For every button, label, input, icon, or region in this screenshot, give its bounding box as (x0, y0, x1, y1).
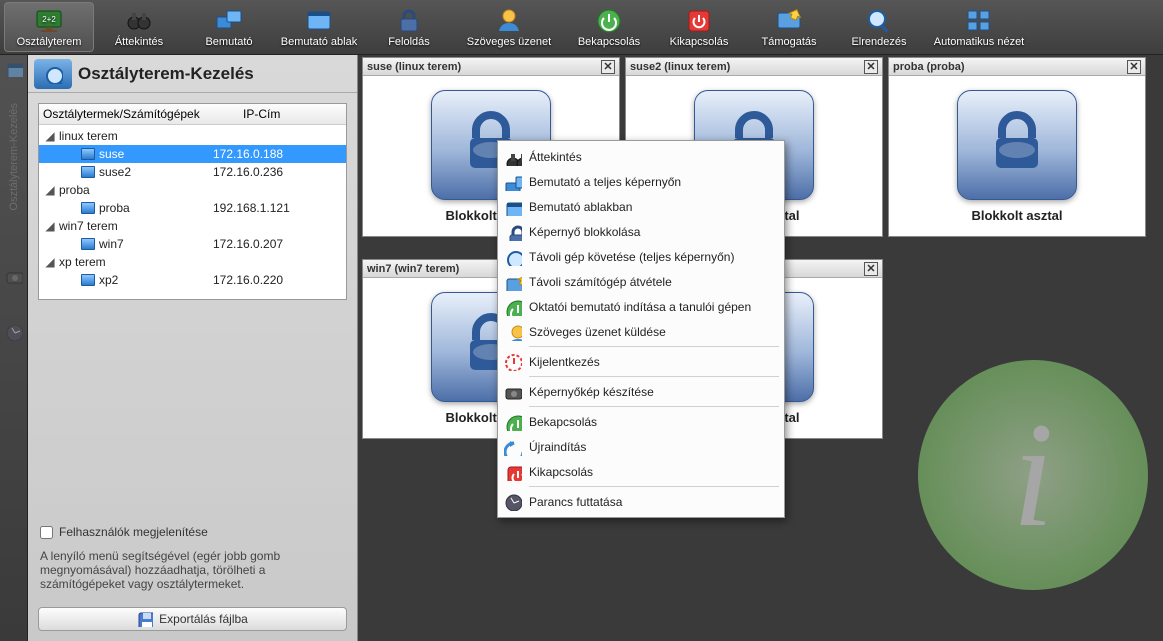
side-rail: Osztályterem-Kezelés (0, 55, 28, 641)
tree-pc[interactable]: suse172.16.0.188 (39, 145, 346, 163)
context-menu: ÁttekintésBemutató a teljes képernyőnBem… (497, 140, 785, 518)
lock-icon (503, 222, 523, 242)
ctx-logout[interactable]: Kijelentkezés (501, 349, 781, 374)
tree-pc[interactable]: proba192.168.1.121 (39, 199, 346, 217)
tb-power-off[interactable]: Kikapcsolás (654, 2, 744, 52)
chat-icon (503, 322, 523, 342)
tree-room[interactable]: ◢linux terem (39, 127, 346, 145)
tree-pc[interactable]: suse2172.16.0.236 (39, 163, 346, 181)
tb-demo[interactable]: Bemutató (184, 2, 274, 52)
rail-icon-1[interactable] (5, 59, 23, 77)
thumb-title: suse (linux terem) (367, 61, 461, 73)
tree-room[interactable]: ◢win7 terem (39, 217, 346, 235)
thumb-caption: Blokkolt asztal (971, 208, 1062, 223)
close-icon[interactable]: ✕ (1127, 60, 1141, 74)
close-icon[interactable]: ✕ (601, 60, 615, 74)
twisty-icon[interactable]: ◢ (45, 255, 55, 269)
tb-unlock[interactable]: Feloldás (364, 2, 454, 52)
tb-classroom[interactable]: Osztályterem (4, 2, 94, 52)
logout-icon (503, 352, 523, 372)
main-toolbar: Osztályterem Áttekintés Bemutató Bemutat… (0, 0, 1163, 55)
tb-text-message[interactable]: Szöveges üzenet (454, 2, 564, 52)
fullscreen-icon (503, 172, 523, 192)
monitor-icon (81, 202, 95, 214)
panel-title: Osztályterem-Kezelés (78, 64, 254, 84)
tree-col-ip[interactable]: IP-Cím (243, 107, 342, 121)
tree: Osztálytermek/Számítógépek IP-Cím ◢linux… (38, 103, 347, 300)
tb-arrange[interactable]: Elrendezés (834, 2, 924, 52)
monitor-icon (81, 166, 95, 178)
monitor-icon (81, 274, 95, 286)
lock-icon (957, 90, 1077, 200)
window-icon (503, 197, 523, 217)
twisty-icon[interactable]: ◢ (45, 219, 55, 233)
ctx-takeover[interactable]: Távoli számítógép átvétele (501, 269, 781, 294)
watermark-icon: i (918, 360, 1148, 590)
binoculars-icon (503, 147, 523, 167)
close-icon[interactable]: ✕ (864, 60, 878, 74)
ctx-on[interactable]: Bekapcsolás (501, 409, 781, 434)
mag-icon (503, 247, 523, 267)
tree-col-rooms[interactable]: Osztálytermek/Számítógépek (43, 107, 243, 121)
ctx-lock[interactable]: Képernyő blokkolása (501, 219, 781, 244)
rail-icon-3[interactable] (5, 323, 23, 341)
tree-room[interactable]: ◢proba (39, 181, 346, 199)
rail-icon-2[interactable] (5, 267, 23, 285)
tree-room[interactable]: ◢xp terem (39, 253, 346, 271)
show-users-checkbox[interactable]: Felhasználók megjelenítése (28, 521, 357, 543)
on-icon (503, 412, 523, 432)
thumbnail[interactable]: proba (proba) ✕ Blokkolt asztal (888, 57, 1146, 237)
ctx-binoculars[interactable]: Áttekintés (501, 144, 781, 169)
ctx-camera[interactable]: Képernyőkép készítése (501, 379, 781, 404)
twisty-icon[interactable]: ◢ (45, 129, 55, 143)
tree-pc[interactable]: win7172.16.0.207 (39, 235, 346, 253)
ctx-fullscreen[interactable]: Bemutató a teljes képernyőn (501, 169, 781, 194)
ctx-window[interactable]: Bemutató ablakban (501, 194, 781, 219)
classroom-panel: Osztályterem-Kezelés Osztálytermek/Számí… (28, 55, 358, 641)
monitor-icon (81, 148, 95, 160)
panel-hint: A lenyíló menü segítségével (egér jobb g… (28, 543, 357, 597)
off-icon (503, 462, 523, 482)
tb-demo-window[interactable]: Bemutató ablak (274, 2, 364, 52)
tb-support[interactable]: Támogatás (744, 2, 834, 52)
tb-power-on[interactable]: Bekapcsolás (564, 2, 654, 52)
thumb-title: win7 (win7 terem) (367, 263, 459, 275)
ctx-restart[interactable]: Újraindítás (501, 434, 781, 459)
show-users-input[interactable] (40, 526, 53, 539)
takeover-icon (503, 272, 523, 292)
side-tab-classroom[interactable]: Osztályterem-Kezelés (8, 103, 20, 211)
ctx-run[interactable]: Parancs futtatása (501, 489, 781, 514)
run-icon (503, 492, 523, 512)
teacher-icon (503, 297, 523, 317)
disk-icon (137, 611, 153, 627)
tree-pc[interactable]: xp2172.16.0.220 (39, 271, 346, 289)
ctx-teacher[interactable]: Oktatói bemutató indítása a tanulói gépe… (501, 294, 781, 319)
twisty-icon[interactable]: ◢ (45, 183, 55, 197)
tb-auto-view[interactable]: Automatikus nézet (924, 2, 1034, 52)
ctx-mag[interactable]: Távoli gép követése (teljes képernyőn) (501, 244, 781, 269)
export-button[interactable]: Exportálás fájlba (38, 607, 347, 631)
thumb-title: suse2 (linux terem) (630, 61, 730, 73)
close-icon[interactable]: ✕ (864, 262, 878, 276)
tb-overview[interactable]: Áttekintés (94, 2, 184, 52)
ctx-off[interactable]: Kikapcsolás (501, 459, 781, 484)
panel-header-icon (34, 59, 72, 89)
camera-icon (503, 382, 523, 402)
thumb-title: proba (proba) (893, 61, 965, 73)
ctx-chat[interactable]: Szöveges üzenet küldése (501, 319, 781, 344)
monitor-icon (81, 238, 95, 250)
restart-icon (503, 437, 523, 457)
